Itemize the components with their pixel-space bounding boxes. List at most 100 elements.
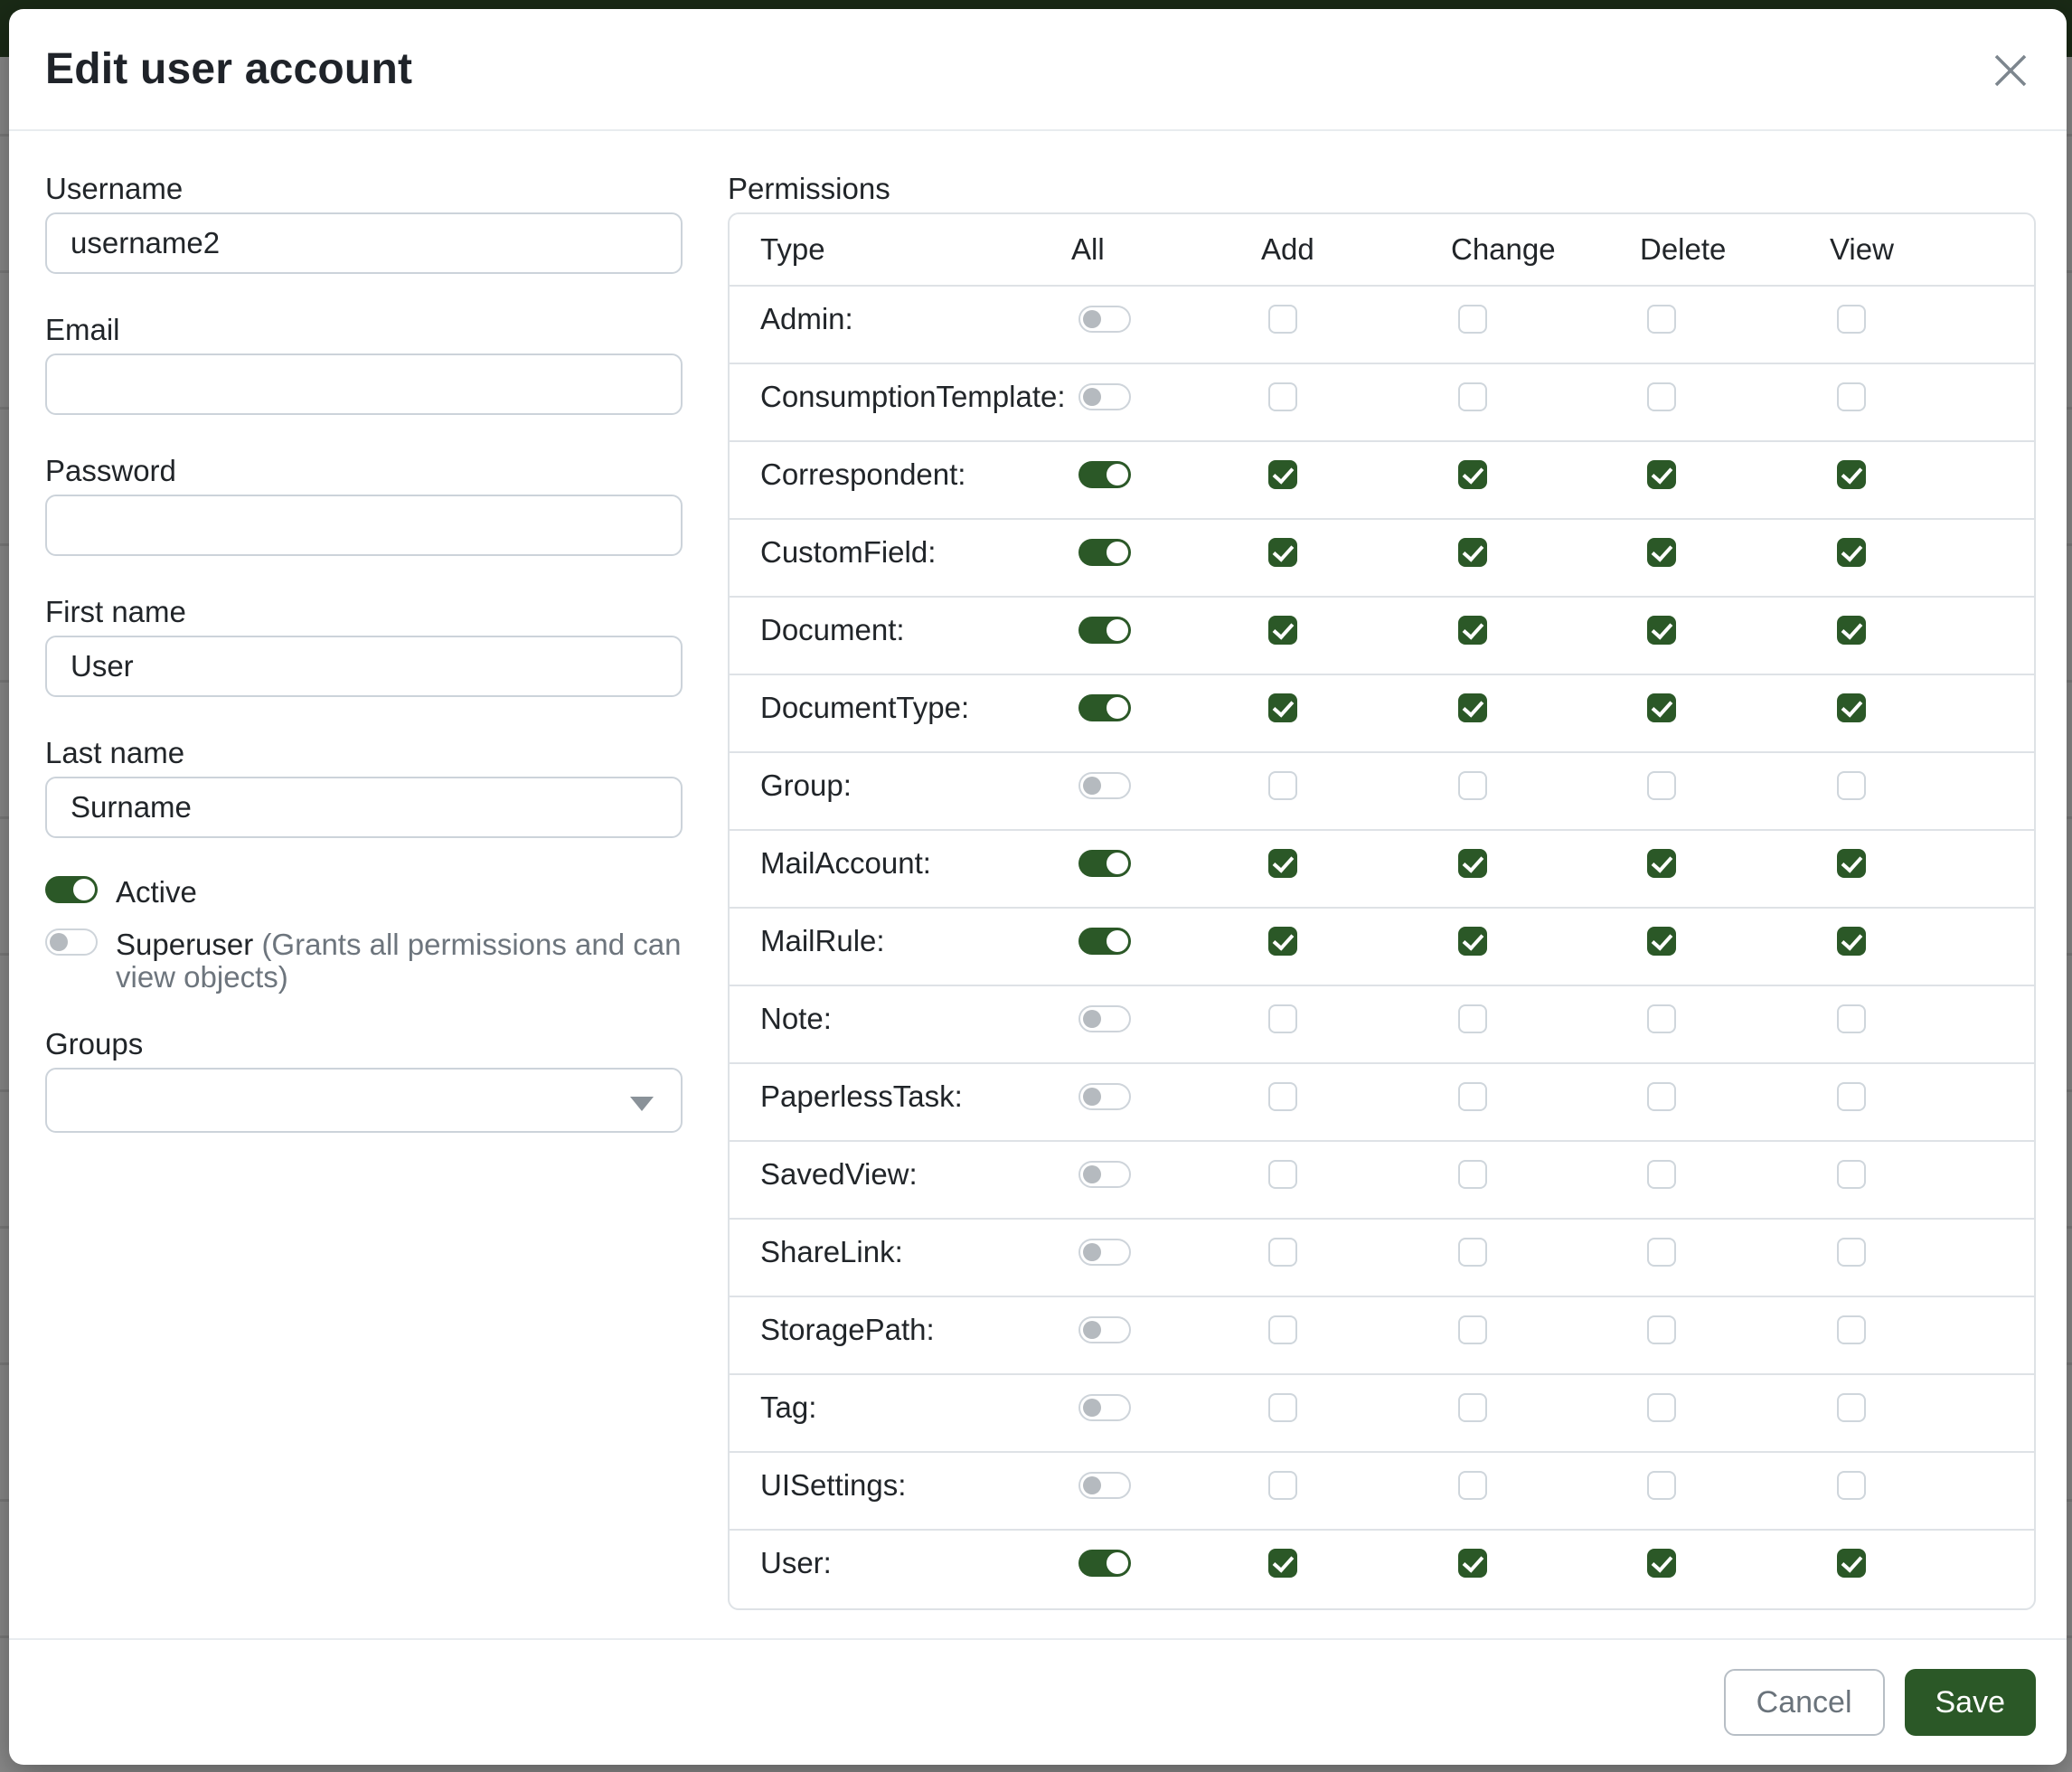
permission-all-toggle[interactable] [1078, 694, 1131, 721]
permission-add-checkbox[interactable] [1268, 460, 1297, 489]
permission-change-checkbox[interactable] [1458, 693, 1487, 722]
close-button[interactable] [1989, 49, 2032, 92]
permission-change-checkbox[interactable] [1458, 1160, 1487, 1189]
permission-change-checkbox[interactable] [1458, 616, 1487, 645]
permission-all-toggle[interactable] [1078, 1394, 1131, 1421]
permission-delete-checkbox[interactable] [1647, 849, 1676, 878]
permission-delete-checkbox[interactable] [1647, 693, 1676, 722]
permission-change-checkbox[interactable] [1458, 1471, 1487, 1500]
permission-view-checkbox[interactable] [1837, 305, 1866, 334]
permission-change-checkbox[interactable] [1458, 771, 1487, 800]
active-toggle[interactable] [45, 876, 98, 903]
permission-add-checkbox[interactable] [1268, 1549, 1297, 1578]
permission-delete-checkbox[interactable] [1647, 1004, 1676, 1033]
permission-view-checkbox[interactable] [1837, 1549, 1866, 1578]
permission-row: PaperlessTask: [730, 1064, 2034, 1142]
permission-all-toggle[interactable] [1078, 1472, 1131, 1499]
permission-delete-checkbox[interactable] [1647, 1238, 1676, 1267]
close-icon [1989, 49, 2032, 92]
permission-view-checkbox[interactable] [1837, 771, 1866, 800]
permission-all-toggle[interactable] [1078, 1239, 1131, 1266]
username-group: Username [45, 171, 683, 274]
permission-add-checkbox[interactable] [1268, 927, 1297, 956]
permission-all-toggle[interactable] [1078, 617, 1131, 644]
permission-view-checkbox[interactable] [1837, 460, 1866, 489]
username-input[interactable] [45, 212, 683, 274]
permission-change-checkbox[interactable] [1458, 538, 1487, 567]
permission-change-checkbox[interactable] [1458, 382, 1487, 411]
permission-all-toggle[interactable] [1078, 1161, 1131, 1188]
permission-add-checkbox[interactable] [1268, 1471, 1297, 1500]
permission-view-checkbox[interactable] [1837, 1238, 1866, 1267]
permission-delete-checkbox[interactable] [1647, 1160, 1676, 1189]
password-field[interactable] [45, 495, 683, 556]
permission-change-checkbox[interactable] [1458, 1004, 1487, 1033]
permission-change-checkbox[interactable] [1458, 1549, 1487, 1578]
permission-all-toggle[interactable] [1078, 1316, 1131, 1343]
permission-add-checkbox[interactable] [1268, 1315, 1297, 1344]
save-button[interactable]: Save [1905, 1669, 2037, 1736]
permission-view-checkbox[interactable] [1837, 1160, 1866, 1189]
email-field[interactable] [45, 353, 683, 415]
permission-change-checkbox[interactable] [1458, 1082, 1487, 1111]
permission-view-checkbox[interactable] [1837, 693, 1866, 722]
permission-view-checkbox[interactable] [1837, 849, 1866, 878]
permission-all-toggle[interactable] [1078, 1005, 1131, 1032]
permission-all-toggle[interactable] [1078, 772, 1131, 799]
permission-delete-checkbox[interactable] [1647, 1393, 1676, 1422]
permission-view-checkbox[interactable] [1837, 1315, 1866, 1344]
permission-change-checkbox[interactable] [1458, 849, 1487, 878]
permission-change-checkbox[interactable] [1458, 305, 1487, 334]
permission-delete-checkbox[interactable] [1647, 927, 1676, 956]
permission-delete-checkbox[interactable] [1647, 1471, 1676, 1500]
permission-view-checkbox[interactable] [1837, 1471, 1866, 1500]
permission-delete-checkbox[interactable] [1647, 616, 1676, 645]
permission-add-checkbox[interactable] [1268, 1393, 1297, 1422]
cancel-button[interactable]: Cancel [1724, 1669, 1885, 1736]
permission-all-toggle[interactable] [1078, 1083, 1131, 1110]
permission-delete-checkbox[interactable] [1647, 382, 1676, 411]
superuser-toggle[interactable] [45, 928, 98, 956]
permission-change-checkbox[interactable] [1458, 1315, 1487, 1344]
permission-view-checkbox[interactable] [1837, 1004, 1866, 1033]
permission-delete-checkbox[interactable] [1647, 460, 1676, 489]
permission-delete-checkbox[interactable] [1647, 1082, 1676, 1111]
permission-add-checkbox[interactable] [1268, 1004, 1297, 1033]
permission-add-checkbox[interactable] [1268, 1160, 1297, 1189]
permission-view-checkbox[interactable] [1837, 927, 1866, 956]
permission-delete-checkbox[interactable] [1647, 1549, 1676, 1578]
permission-view-checkbox[interactable] [1837, 1393, 1866, 1422]
permission-view-checkbox[interactable] [1837, 616, 1866, 645]
permission-add-checkbox[interactable] [1268, 382, 1297, 411]
permission-all-toggle[interactable] [1078, 383, 1131, 410]
permission-all-toggle[interactable] [1078, 1550, 1131, 1577]
permission-view-checkbox[interactable] [1837, 1082, 1866, 1111]
permission-change-checkbox[interactable] [1458, 927, 1487, 956]
permission-add-checkbox[interactable] [1268, 849, 1297, 878]
last-name-field[interactable] [45, 777, 683, 838]
permission-delete-checkbox[interactable] [1647, 1315, 1676, 1344]
permission-add-checkbox[interactable] [1268, 538, 1297, 567]
permission-add-checkbox[interactable] [1268, 771, 1297, 800]
permission-all-toggle[interactable] [1078, 850, 1131, 877]
permission-all-toggle[interactable] [1078, 461, 1131, 488]
first-name-field[interactable] [45, 636, 683, 697]
groups-select[interactable] [45, 1068, 683, 1133]
permission-change-checkbox[interactable] [1458, 1393, 1487, 1422]
permission-view-checkbox[interactable] [1837, 538, 1866, 567]
permission-delete-checkbox[interactable] [1647, 538, 1676, 567]
permission-all-toggle[interactable] [1078, 539, 1131, 566]
permission-add-checkbox[interactable] [1268, 1082, 1297, 1111]
permission-add-checkbox[interactable] [1268, 305, 1297, 334]
permission-delete-checkbox[interactable] [1647, 305, 1676, 334]
permission-add-checkbox[interactable] [1268, 693, 1297, 722]
permission-delete-checkbox[interactable] [1647, 771, 1676, 800]
permission-type-label: UISettings: [730, 1453, 1071, 1529]
permission-all-toggle[interactable] [1078, 306, 1131, 333]
permission-view-checkbox[interactable] [1837, 382, 1866, 411]
permission-all-toggle[interactable] [1078, 928, 1131, 955]
permission-change-checkbox[interactable] [1458, 1238, 1487, 1267]
permission-add-checkbox[interactable] [1268, 1238, 1297, 1267]
permission-add-checkbox[interactable] [1268, 616, 1297, 645]
permission-change-checkbox[interactable] [1458, 460, 1487, 489]
